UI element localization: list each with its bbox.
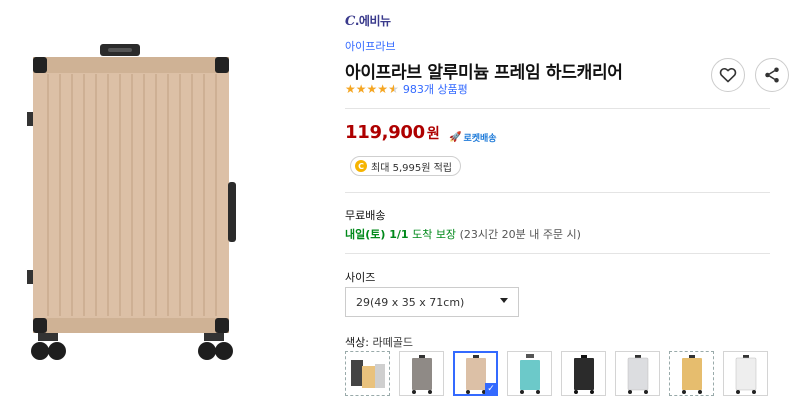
share-button[interactable] (755, 58, 789, 92)
shipping-label: 무료배송 (345, 209, 386, 222)
silver-suitcase-thumbnail (627, 354, 648, 394)
color-label: 색상: 라떼골드 (345, 334, 413, 350)
brand-logo[interactable]: C.에비뉴 (345, 12, 391, 29)
color-swatch-yellow[interactable] (669, 351, 714, 396)
brand-logo-mark: C (345, 14, 355, 29)
white-suitcase-thumbnail (735, 354, 756, 394)
multi-suitcase-thumbnail (350, 359, 385, 388)
share-icon (765, 67, 779, 83)
mint-suitcase-thumbnail (519, 353, 540, 394)
color-swatch-gray[interactable] (399, 351, 444, 396)
color-selected-value: 라떼골드 (372, 336, 413, 349)
black-suitcase-thumbnail (573, 354, 594, 394)
heart-icon (719, 67, 737, 83)
color-swatch-mint[interactable] (507, 351, 552, 396)
color-swatch-white[interactable] (723, 351, 768, 396)
wishlist-button[interactable] (711, 58, 745, 92)
order-deadline: (23시간 20분 내 주문 시) (459, 228, 581, 241)
rocket-icon: 🚀 (449, 132, 462, 143)
arrival-guarantee: 도착 보장 (412, 228, 457, 241)
color-swatch-latte-gold[interactable]: ✓ (453, 351, 498, 396)
chevron-down-icon (500, 298, 508, 303)
price-value: 119,900 (345, 122, 425, 143)
brand-link[interactable]: 아이프라브 (345, 38, 396, 54)
product-title: 아이프라브 알루미늄 프레임 하드캐리어 (345, 63, 623, 83)
product-info-panel: C.에비뉴 아이프라브 아이프라브 알루미늄 프레임 하드캐리어 ★ ★ ★ ★… (345, 0, 800, 417)
coin-icon: C (355, 160, 367, 172)
rating-row[interactable]: ★ ★ ★ ★ ★ 983개 상품평 (345, 82, 468, 96)
price: 119,900 원 (345, 122, 440, 143)
rocket-delivery-label: 로켓배송 (463, 134, 497, 144)
yellow-suitcase-thumbnail (681, 354, 702, 394)
rating-stars: ★ ★ ★ ★ ★ (345, 83, 399, 95)
gray-suitcase-thumbnail (411, 354, 432, 394)
price-unit: 원 (426, 126, 440, 142)
size-dropdown[interactable]: 29(49 x 35 x 71cm) (345, 287, 519, 317)
divider (345, 192, 770, 193)
star-icon: ★ (355, 82, 367, 96)
brand-logo-text: .에비뉴 (354, 14, 391, 28)
cashback-badge[interactable]: C 최대 5,995원 적립 (350, 156, 461, 176)
color-label-text: 색상: (345, 336, 373, 349)
divider (345, 108, 770, 109)
star-icon: ★ (345, 82, 356, 96)
divider (345, 253, 770, 254)
size-selected-value: 29(49 x 35 x 71cm) (356, 295, 465, 309)
size-label: 사이즈 (345, 271, 376, 284)
half-star-icon: ★ (388, 82, 399, 96)
arrival-info: 내일(토) 1/1 도착 보장 (23시간 20분 내 주문 시) (345, 226, 581, 242)
star-icon: ★ (377, 82, 389, 96)
color-swatch-black[interactable] (561, 351, 606, 396)
rocket-delivery-badge: 🚀 로켓배송 (449, 131, 497, 144)
color-swatches: ✓ (345, 351, 777, 396)
check-icon: ✓ (485, 383, 497, 395)
cashback-text: 최대 5,995원 적립 (371, 162, 452, 174)
star-icon: ★ (366, 82, 378, 96)
review-count-link[interactable]: 983개 상품평 (403, 81, 468, 97)
color-swatch-silver[interactable] (615, 351, 660, 396)
arrival-day: 내일(토) 1/1 (345, 228, 409, 241)
color-swatch-multi[interactable] (345, 351, 390, 396)
suitcase-illustration (27, 44, 236, 360)
main-product-image (0, 0, 300, 417)
